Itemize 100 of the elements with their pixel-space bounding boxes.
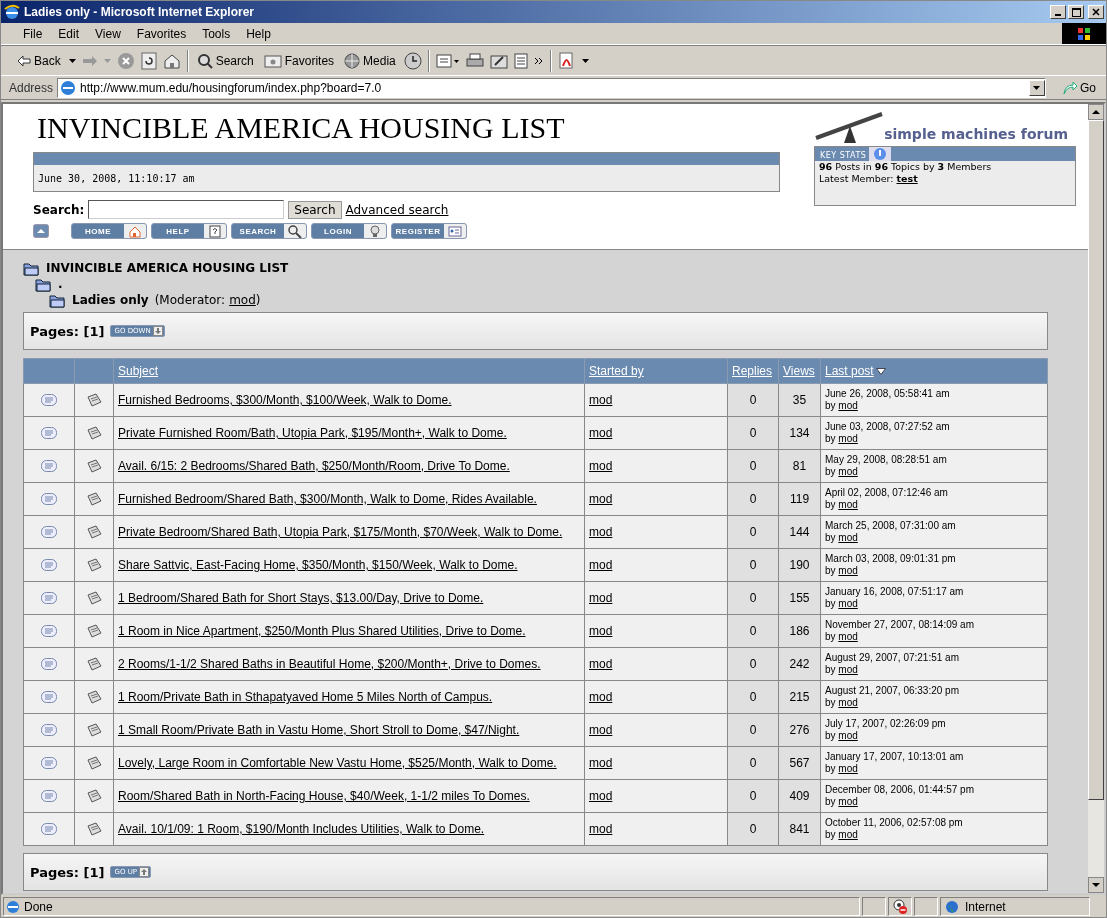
author-link[interactable]: mod [589,459,613,473]
views-count: 81 [792,459,807,473]
menu-item[interactable]: Help [238,26,279,41]
stop-icon[interactable] [116,51,135,70]
dropdown-caret-icon[interactable] [581,58,589,63]
media-globe-icon [344,52,361,69]
address-field[interactable]: http://www.mum.edu/housingforum/index.php?board=7.0 [57,77,1046,98]
search-label: Search: [33,202,85,217]
moderator-link[interactable]: mod [229,293,256,307]
back-button[interactable]: Back [15,51,63,70]
author-link[interactable]: mod [589,789,613,803]
menu-item[interactable]: File [15,26,51,41]
go-button[interactable]: Go [1050,80,1102,95]
maximize-button[interactable] [1068,5,1084,19]
views-count: 242 [789,657,810,671]
author-link[interactable]: mod [589,822,613,836]
menu-item[interactable]: View [87,26,129,41]
search-icon [196,52,213,69]
paper-note-icon [86,690,102,704]
author-link[interactable]: mod [589,657,613,671]
by-label: by [825,763,836,774]
author-link[interactable]: mod [838,730,858,741]
edit-icon[interactable] [489,52,508,69]
member-link[interactable]: test [896,173,918,184]
replies-count: 0 [749,492,757,506]
author-link[interactable]: mod [589,492,613,506]
back-arrow-icon [17,54,31,67]
nav-button[interactable]: SEARCH [231,223,307,239]
author-link[interactable]: mod [589,690,613,704]
sort-descending-icon[interactable] [875,368,886,376]
chevron-icon[interactable] [533,56,544,65]
author-link[interactable]: mod [838,400,858,411]
dropdown-caret-icon[interactable] [68,58,76,63]
author-link[interactable]: mod [838,532,858,543]
nav-button[interactable]: HELP [151,223,227,239]
author-link[interactable]: mod [838,433,858,444]
topic-icon [41,559,57,571]
search-field[interactable] [88,200,285,219]
breadcrumb-link[interactable]: . [58,277,63,291]
close-button[interactable] [1088,5,1104,19]
author-link[interactable]: mod [589,525,613,539]
author-link[interactable]: mod [838,763,858,774]
author-link[interactable]: mod [589,426,613,440]
favorites-button[interactable]: Favorites [261,51,337,70]
author-link[interactable]: mod [838,697,858,708]
author-link[interactable]: mod [838,829,858,840]
topic-icon [41,394,57,406]
author-link[interactable]: mod [589,723,613,737]
author-link[interactable]: mod [838,796,858,807]
by-label: by [825,664,836,675]
author-link[interactable]: mod [589,591,613,605]
minimize-button[interactable] [1050,5,1066,19]
replies-count: 0 [749,558,757,572]
moderator-label: (Moderator: [154,293,226,307]
menu-item[interactable]: Favorites [128,26,195,41]
author-link[interactable]: mod [838,499,858,510]
author-link[interactable]: mod [589,393,613,407]
topic-icon [41,724,57,736]
topic-icon [41,790,57,802]
home-icon[interactable] [162,52,181,69]
menu-item[interactable]: Tools [194,26,239,41]
menu-item[interactable]: Edit [50,26,88,41]
author-link[interactable]: mod [589,756,613,770]
dropdown-button[interactable] [1029,79,1045,96]
views-count: 155 [789,591,810,605]
by-label: by [825,433,836,444]
author-link[interactable]: mod [838,598,858,609]
nav-button[interactable]: HOME [71,223,147,239]
author-link[interactable]: mod [589,558,613,572]
replies-count: 0 [749,789,757,803]
replies-count: 0 [749,591,757,605]
info-icon [873,147,888,161]
author-link[interactable]: mod [838,565,858,576]
refresh-icon[interactable] [140,51,157,70]
advanced-search-link[interactable]: Advanced search [345,202,449,217]
author-link[interactable]: mod [838,664,858,675]
pdf-document-icon[interactable] [557,51,576,70]
breadcrumb-link[interactable]: INVINCIBLE AMERICA HOUSING LIST [46,261,289,275]
column-header-link[interactable]: Last post [825,364,874,378]
nav-button[interactable]: REGISTER [391,223,467,239]
print-icon[interactable] [465,52,484,69]
by-label: by [825,829,836,840]
search-submit-button[interactable]: Search [288,200,342,219]
column-header-link[interactable]: Subject [118,364,159,378]
media-button[interactable]: Media [342,50,398,71]
search-button[interactable]: Search [194,50,256,71]
views-count: 215 [789,690,810,704]
breadcrumb-link[interactable]: Ladies only [72,293,149,307]
document-icon[interactable] [513,52,528,69]
last-post-date: June 03, 2008, 07:27:52 am [825,421,951,433]
id-card-icon [447,224,463,238]
folder-icon [23,260,40,276]
views-count: 841 [789,822,810,836]
author-link[interactable]: mod [838,631,858,642]
paper-note-icon [86,393,102,407]
history-clock-icon[interactable] [403,51,422,70]
nav-button[interactable]: LOGIN [311,223,387,239]
author-link[interactable]: mod [838,466,858,477]
author-link[interactable]: mod [589,624,613,638]
status-text: Done [24,899,53,914]
